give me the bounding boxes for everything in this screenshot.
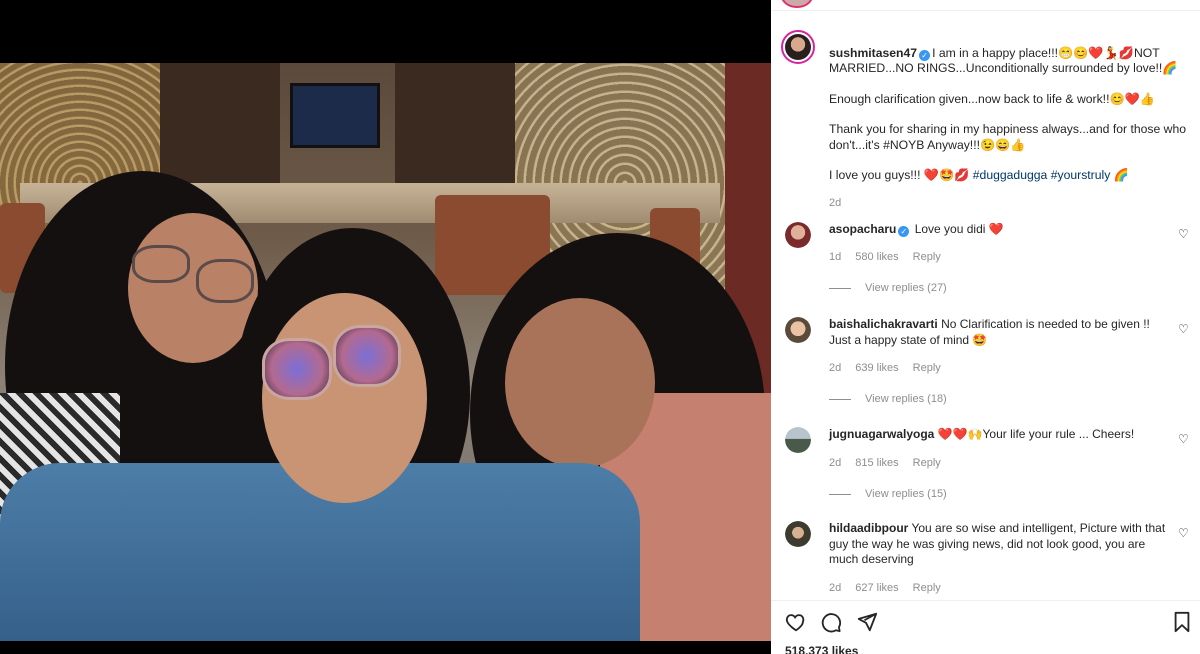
comment-likes[interactable]: 580 likes <box>855 251 898 263</box>
comment-meta: 2d 639 likes Reply <box>829 362 955 374</box>
commenter-username[interactable]: hildaadibpour <box>829 521 908 535</box>
caption-timestamp: 2d <box>829 196 842 209</box>
heart-outline-icon[interactable]: ♡ <box>1178 433 1190 445</box>
author-avatar-image <box>785 34 811 60</box>
comment-meta: 2d 627 likes Reply <box>829 582 955 594</box>
comment-meta: 1d 580 likes Reply <box>829 251 955 263</box>
caption-line-4-text: I love you guys!!! ❤️🤩💋 <box>829 168 973 182</box>
view-replies-label[interactable]: View replies (18) <box>865 393 947 405</box>
commenter-avatar-image <box>785 222 811 248</box>
reply-button[interactable]: Reply <box>913 582 941 594</box>
comment-body: hildaadibpour You are so wise and intell… <box>829 521 1171 568</box>
person-left-glasses <box>132 245 190 283</box>
view-replies-button[interactable]: View replies (15) <box>829 488 947 500</box>
comment-likes[interactable]: 815 likes <box>855 457 898 469</box>
caption-line-4: I love you guys!!! ❤️🤩💋 #duggadugga #you… <box>829 168 1189 184</box>
person-center-sunglasses <box>262 338 332 400</box>
commenter-avatar[interactable] <box>785 521 811 547</box>
comment-time: 1d <box>829 251 842 263</box>
person-right-face <box>505 298 655 468</box>
header-avatar[interactable] <box>781 0 813 8</box>
comment-item: hildaadibpour You are so wise and intell… <box>781 521 1196 597</box>
author-username[interactable]: sushmitasen47 <box>829 46 917 60</box>
comment-body: baishalichakravarti No Clarification is … <box>829 317 1171 348</box>
heart-outline-icon[interactable]: ♡ <box>1178 527 1190 539</box>
comment-time: 2d <box>829 582 842 594</box>
comment-meta: 2d 815 likes Reply <box>829 457 955 469</box>
paper-plane-icon[interactable] <box>856 611 878 633</box>
comment-body: jugnuagarwalyoga ❤️❤️🙌Your life your rul… <box>829 427 1171 443</box>
comment-text: Love you didi ❤️ <box>914 222 1004 236</box>
bar-shelf <box>395 63 515 188</box>
verified-badge-icon: ✓ <box>898 226 910 237</box>
comment-item: asopacharu ✓ Love you didi ❤️ ♡ 1d 580 lik… <box>781 222 1196 302</box>
comment-time: 2d <box>829 457 842 469</box>
heart-icon[interactable] <box>785 611 807 633</box>
commenter-avatar-image <box>785 427 811 453</box>
comment-item: jugnuagarwalyoga ❤️❤️🙌Your life your rul… <box>781 427 1196 502</box>
person-center-sunglasses <box>333 325 401 387</box>
comment-item: baishalichakravarti No Clarification is … <box>781 317 1196 407</box>
header-divider <box>771 10 1200 11</box>
comment-text: ❤️❤️🙌Your life your rule ... Cheers! <box>937 427 1135 441</box>
replies-dash <box>829 493 851 495</box>
caption-line-4-suffix: 🌈 <box>1110 168 1129 182</box>
heart-outline-icon[interactable]: ♡ <box>1178 228 1190 240</box>
commenter-avatar[interactable] <box>785 427 811 453</box>
reply-button[interactable]: Reply <box>913 362 941 374</box>
post-side-panel: sushmitasen47 ✓ I am in a happy place!!!😁😊… <box>771 0 1200 654</box>
commenter-avatar[interactable] <box>785 317 811 343</box>
replies-dash <box>829 287 851 289</box>
commenter-username[interactable]: jugnuagarwalyoga <box>829 427 934 441</box>
heart-outline-icon[interactable]: ♡ <box>1178 323 1190 335</box>
view-replies-button[interactable]: View replies (18) <box>829 393 947 405</box>
reply-button[interactable]: Reply <box>913 251 941 263</box>
caption-line-2: Enough clarification given...now back to… <box>829 91 1155 106</box>
caption-hashtags[interactable]: #duggadugga #yourstruly <box>973 168 1111 182</box>
post-like-count[interactable]: 518,373 likes <box>785 644 858 654</box>
view-replies-label[interactable]: View replies (15) <box>865 488 947 500</box>
comment-icon[interactable] <box>820 611 842 633</box>
post-photo[interactable] <box>0 63 771 641</box>
bookmark-icon[interactable] <box>1171 611 1193 633</box>
reply-button[interactable]: Reply <box>913 457 941 469</box>
commenter-username[interactable]: asopacharu <box>829 222 896 236</box>
post-action-bar <box>771 600 1200 640</box>
person-left-glasses <box>196 259 254 303</box>
commenter-username[interactable]: baishalichakravarti <box>829 317 938 331</box>
caption-line-3: Thank you for sharing in my happiness al… <box>829 122 1187 152</box>
post-media-pane <box>0 0 771 654</box>
verified-badge-icon: ✓ <box>919 49 931 61</box>
commenter-avatar-image <box>785 521 811 547</box>
comment-likes[interactable]: 627 likes <box>855 582 898 594</box>
bar-tv-screen <box>290 83 380 148</box>
commenter-avatar[interactable] <box>785 222 811 248</box>
commenter-avatar-image <box>785 317 811 343</box>
replies-dash <box>829 398 851 400</box>
author-avatar[interactable] <box>781 30 815 64</box>
view-replies-button[interactable]: View replies (27) <box>829 282 947 294</box>
comment-time: 2d <box>829 362 842 374</box>
comment-body: asopacharu ✓ Love you didi ❤️ <box>829 222 1171 238</box>
comment-likes[interactable]: 639 likes <box>855 362 898 374</box>
view-replies-label[interactable]: View replies (27) <box>865 282 947 294</box>
caption-body: sushmitasen47 ✓ I am in a happy place!!!😁😊… <box>829 30 1189 211</box>
